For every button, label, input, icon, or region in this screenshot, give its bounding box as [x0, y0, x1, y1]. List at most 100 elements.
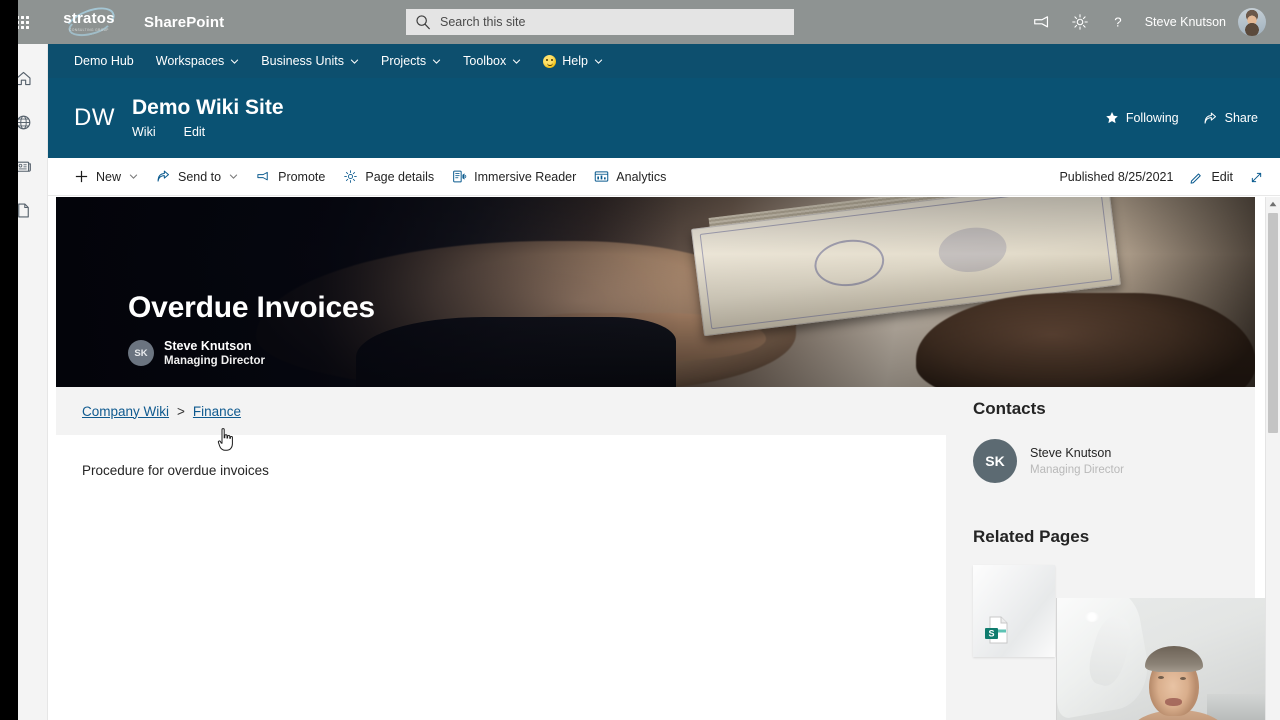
following-button[interactable]: Following: [1105, 111, 1179, 125]
nav-item-help[interactable]: Help: [543, 54, 603, 68]
nav-label: Help: [562, 54, 588, 68]
related-page-card[interactable]: S: [973, 565, 1055, 657]
hero-author: SK Steve Knutson Managing Director: [128, 338, 375, 369]
site-link-edit[interactable]: Edit: [184, 125, 206, 139]
webcam-ceiling-light: [1085, 612, 1099, 622]
letterbox-left: [0, 0, 18, 720]
suite-bar-actions: ? Steve Knutson: [1025, 0, 1270, 44]
breadcrumb-separator: >: [177, 403, 185, 419]
search-placeholder: Search this site: [440, 15, 526, 29]
page-details-label: Page details: [365, 169, 435, 184]
site-header: DW Demo Wiki Site Wiki Edit Following Sh…: [48, 78, 1280, 158]
contact-item[interactable]: SK Steve Knutson Managing Director: [973, 439, 1255, 483]
hero-author-avatar: SK: [128, 340, 154, 367]
hero-text-block: Overdue Invoices SK Steve Knutson Managi…: [128, 291, 375, 369]
smiley-face-icon: [543, 54, 557, 68]
nav-item-demo-hub[interactable]: Demo Hub: [74, 54, 134, 68]
suite-bar: stratos CONSULTING GROUP SharePoint Sear…: [0, 0, 1280, 46]
gear-icon: [344, 170, 358, 183]
share-arrow-icon: [157, 170, 170, 182]
edit-button[interactable]: Edit: [1189, 170, 1233, 185]
new-label: New: [96, 169, 122, 184]
user-name[interactable]: Steve Knutson: [1145, 15, 1226, 29]
pencil-icon: [1191, 173, 1202, 184]
analytics-button[interactable]: Analytics: [594, 169, 666, 184]
help-icon[interactable]: ?: [1101, 5, 1135, 39]
nav-label: Workspaces: [155, 54, 225, 68]
full-screen-button[interactable]: [1249, 170, 1264, 185]
chevron-down-icon: [513, 58, 521, 64]
expand-arrows-icon: [1251, 172, 1262, 182]
new-button[interactable]: New: [74, 169, 138, 184]
share-button[interactable]: Share: [1203, 111, 1258, 126]
nav-item-toolbox[interactable]: Toolbox: [463, 54, 521, 68]
chevron-down-icon: [350, 58, 359, 64]
brand-tagline: CONSULTING GROUP: [69, 28, 109, 33]
related-pages-heading: Related Pages: [973, 527, 1090, 546]
site-acronym: DW: [74, 104, 115, 131]
page-title[interactable]: Demo Wiki Site: [132, 97, 284, 119]
presenter-webcam-overlay: [1056, 598, 1265, 720]
following-label: Following: [1125, 111, 1179, 125]
body-text: Procedure for overdue invoices: [82, 463, 269, 478]
scroll-up-arrow[interactable]: [1266, 197, 1280, 211]
site-header-actions: Following Share: [1105, 78, 1258, 158]
contacts-heading: Contacts: [973, 399, 1046, 418]
page-details-button[interactable]: Page details: [343, 169, 434, 184]
analytics-label: Analytics: [616, 169, 667, 184]
contact-role: Managing Director: [1030, 464, 1124, 477]
main-content-card: Procedure for overdue invoices: [56, 435, 946, 720]
immersive-reader-icon: [453, 170, 467, 183]
search-icon: [416, 15, 430, 30]
megaphone-icon[interactable]: [1025, 5, 1059, 39]
star-icon: [1106, 112, 1118, 124]
send-to-label: Send to: [178, 169, 222, 184]
hero-banner[interactable]: Overdue Invoices SK Steve Knutson Managi…: [56, 197, 1255, 387]
command-bar-right: Published 8/25/2021 Edit: [1059, 158, 1264, 196]
nav-label: Demo Hub: [74, 54, 134, 68]
hero-author-name: Steve Knutson: [164, 338, 252, 353]
nav-item-business-units[interactable]: Business Units: [261, 54, 359, 68]
command-bar: New Send to Promote Page details Immersi…: [48, 158, 1280, 196]
share-arrow-icon: [1204, 112, 1216, 124]
nav-item-workspaces[interactable]: Workspaces: [156, 54, 240, 68]
gear-icon[interactable]: [1063, 5, 1097, 39]
avatar[interactable]: [1238, 8, 1266, 36]
immersive-reader-button[interactable]: Immersive Reader: [452, 169, 576, 184]
edit-label: Edit: [1211, 170, 1233, 184]
immersive-reader-label: Immersive Reader: [474, 169, 577, 184]
svg-text:?: ?: [1114, 15, 1121, 30]
scrollbar-thumb[interactable]: [1268, 213, 1278, 433]
breadcrumb-link-company-wiki[interactable]: Company Wiki: [82, 404, 169, 419]
site-sublinks: Wiki Edit: [132, 125, 284, 139]
site-navigation: Demo Hub Workspaces Business Units Proje…: [48, 44, 1280, 78]
nav-item-projects[interactable]: Projects: [381, 54, 441, 68]
stratos-logo[interactable]: stratos CONSULTING GROUP: [58, 1, 120, 46]
nav-label: Projects: [380, 54, 427, 68]
promote-button[interactable]: Promote: [256, 169, 325, 184]
vertical-scrollbar[interactable]: [1265, 197, 1280, 720]
brand-name: stratos: [63, 10, 115, 28]
breadcrumb-link-finance[interactable]: Finance: [193, 404, 241, 419]
hero-title: Overdue Invoices: [128, 290, 375, 324]
promote-label: Promote: [278, 169, 326, 184]
suite-app-name[interactable]: SharePoint: [144, 14, 224, 31]
chevron-down-icon: [229, 174, 238, 179]
contact-name: Steve Knutson: [1030, 445, 1112, 460]
webcam-wall: [1207, 694, 1265, 720]
analytics-icon: [595, 171, 609, 182]
site-link-wiki[interactable]: Wiki: [132, 125, 156, 139]
site-title-block: Demo Wiki Site Wiki Edit: [132, 97, 284, 139]
megaphone-icon: [257, 171, 268, 181]
nav-label: Toolbox: [463, 54, 507, 68]
chevron-down-icon: [594, 58, 603, 64]
sharepoint-page: stratos CONSULTING GROUP SharePoint Sear…: [0, 0, 1280, 720]
breadcrumb: Company Wiki > Finance: [56, 387, 946, 435]
plus-icon: [75, 170, 88, 183]
search-input[interactable]: Search this site: [406, 9, 794, 35]
webcam-eyes: [1158, 676, 1164, 679]
hero-author-role: Managing Director: [164, 355, 265, 368]
send-to-button[interactable]: Send to: [156, 169, 238, 184]
excel-file-icon: S: [985, 616, 1008, 644]
share-label: Share: [1224, 111, 1258, 125]
